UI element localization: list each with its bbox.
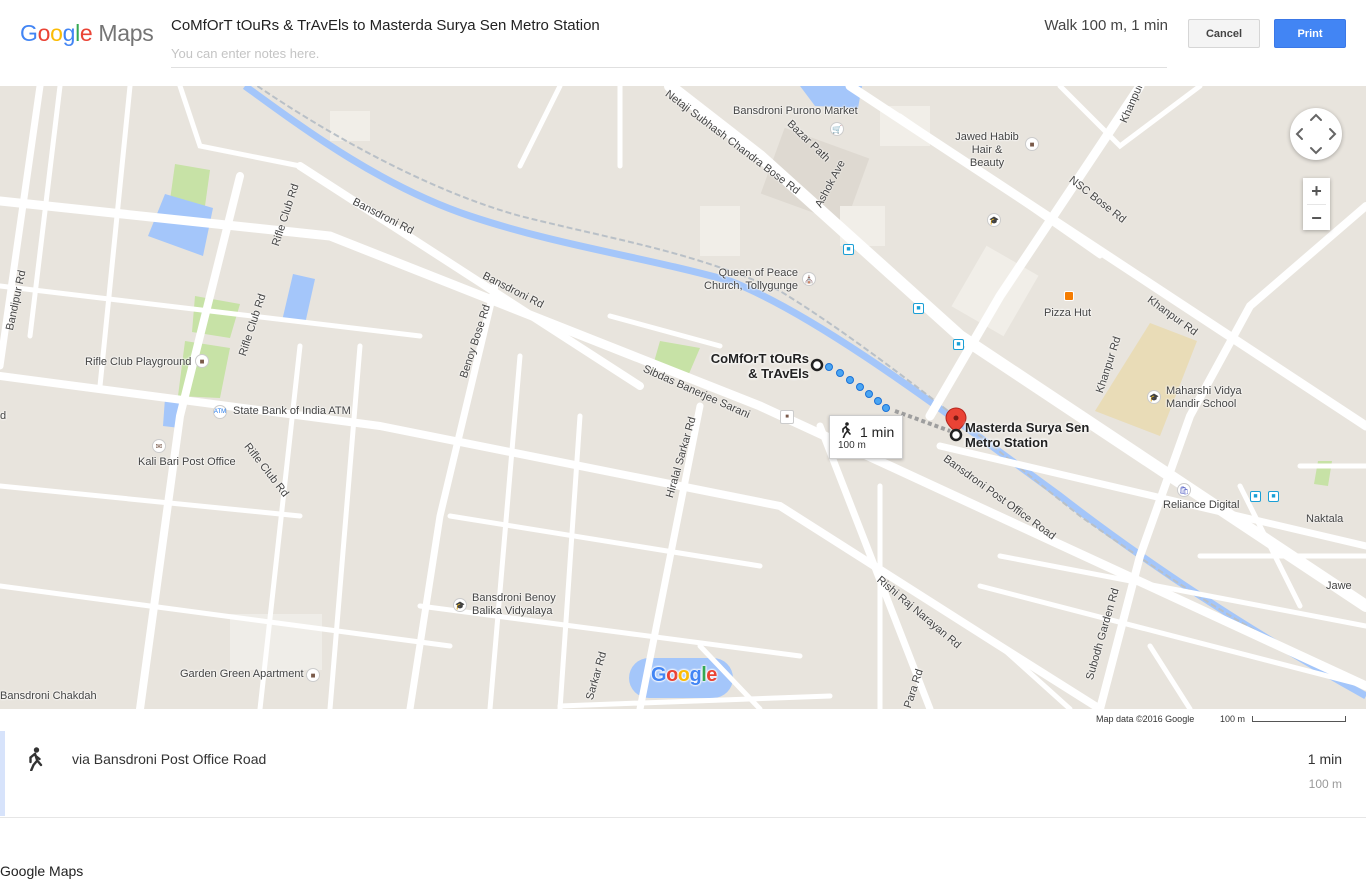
place-label: Queen of Peace Church, Tollygunge <box>704 267 798 292</box>
bus-stop-icon[interactable]: ■ <box>953 339 964 350</box>
origin-marker <box>810 358 824 372</box>
zoom-in-button[interactable]: + <box>1303 178 1330 204</box>
post-office-icon[interactable]: ✉ <box>152 439 166 453</box>
step-accent-bar <box>0 731 5 816</box>
store-icon[interactable]: ■ <box>1025 137 1039 151</box>
logo-google-wordmark: Google <box>20 20 93 46</box>
place-label: d <box>0 410 7 422</box>
atm-icon[interactable]: ATM <box>213 405 227 419</box>
shopping-bag-icon[interactable]: 🛍 <box>1177 483 1191 497</box>
direction-step: via Bansdroni Post Office Road 1 min 100… <box>0 731 1366 818</box>
walking-person-icon <box>840 422 852 441</box>
origin-label[interactable]: CoMfOrT tOuRs & TrAvEls <box>709 351 809 381</box>
step-distance: 100 m <box>1308 777 1342 791</box>
school-icon[interactable]: 🎓 <box>1147 390 1161 404</box>
map-canvas <box>0 86 1366 709</box>
place-label: Rifle Club Playground <box>85 356 192 368</box>
bus-stop-icon[interactable]: ■ <box>913 303 924 314</box>
school-icon[interactable]: 🎓 <box>987 213 1001 227</box>
place-label: State Bank of India ATM <box>233 405 351 417</box>
google-maps-logo: Google Maps <box>20 20 154 47</box>
walk-info-box[interactable]: 1 min 100 m <box>829 415 903 459</box>
pan-arrows-icon <box>1295 113 1337 155</box>
trip-title: CoMfOrT tOuRs & TrAvEls to Masterda Sury… <box>171 17 600 34</box>
apartment-icon[interactable]: ■ <box>306 668 320 682</box>
zoom-control: + − <box>1303 178 1330 230</box>
bus-stop-icon[interactable]: ■ <box>1268 491 1279 502</box>
logo-maps-word: Maps <box>98 20 154 46</box>
place-label: Bansdroni Benoy Balika Vidyalaya <box>472 592 556 617</box>
route-map[interactable]: Netaji Subhash Chandra Bose Rd Bazar Pat… <box>0 86 1366 709</box>
notes-input[interactable] <box>171 46 1167 68</box>
place-label: Jawed Habib Hair & Beauty <box>955 131 1019 169</box>
school-icon[interactable]: 🎓 <box>453 598 467 612</box>
place-label: Pizza Hut <box>1044 307 1092 319</box>
road-label: Jawe <box>1326 580 1352 592</box>
print-header: Google Maps CoMfOrT tOuRs & TrAvEls to Ma… <box>0 0 1366 86</box>
place-label: Maharshi Vidya Mandir School <box>1166 385 1242 410</box>
shopping-cart-icon[interactable]: 🛒 <box>830 122 844 136</box>
bank-icon[interactable]: ■ <box>780 410 794 424</box>
road-label: Naktala <box>1306 513 1344 525</box>
footer-text: Google Maps <box>0 863 84 879</box>
walking-person-icon <box>26 747 44 776</box>
cancel-button[interactable]: Cancel <box>1188 19 1260 48</box>
step-time: 1 min <box>1307 751 1342 767</box>
place-label: Kali Bari Post Office <box>138 456 236 468</box>
zoom-out-button[interactable]: − <box>1303 205 1330 231</box>
scale-bar <box>1252 716 1346 722</box>
google-watermark: Google <box>651 664 717 686</box>
scale-label: 100 m <box>1220 714 1246 724</box>
bus-stop-icon[interactable]: ■ <box>1250 491 1261 502</box>
place-label: Garden Green Apartment <box>180 668 304 680</box>
destination-label[interactable]: Masterda Surya Sen Metro Station <box>965 420 1090 450</box>
print-button[interactable]: Print <box>1274 19 1346 48</box>
bus-stop-icon[interactable]: ■ <box>843 244 854 255</box>
place-label: Bansdroni Purono Market <box>733 105 858 117</box>
place-label: Reliance Digital <box>1163 499 1240 511</box>
restaurant-icon[interactable] <box>1064 291 1074 301</box>
map-attribution: Map data ©2016 Google <box>1096 714 1195 724</box>
place-label: Bansdroni Chakdah <box>0 690 97 702</box>
walk-time: 1 min <box>860 424 895 440</box>
playground-icon[interactable]: ■ <box>195 354 209 368</box>
compass-control[interactable] <box>1290 108 1342 160</box>
route-summary: Walk 100 m, 1 min <box>1044 17 1168 34</box>
walk-distance: 100 m <box>838 440 866 451</box>
step-via-text: via Bansdroni Post Office Road <box>72 751 267 767</box>
church-icon[interactable]: ⛪ <box>802 272 816 286</box>
